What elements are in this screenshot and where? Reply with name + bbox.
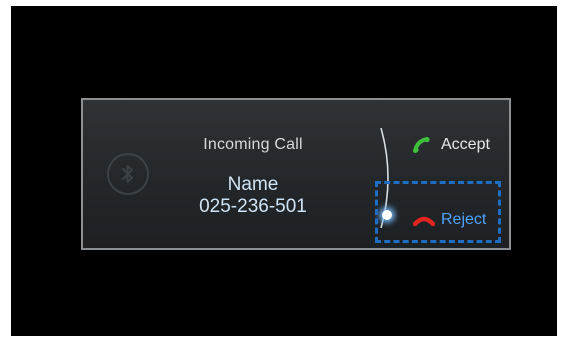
reject-highlight-box — [375, 181, 501, 243]
display-screen: Incoming Call Name 025-236-501 Accept Re… — [11, 6, 557, 336]
caller-name: Name — [227, 174, 279, 195]
incoming-call-title: Incoming Call — [203, 136, 303, 153]
caller-number: 025-236-501 — [199, 196, 307, 217]
accept-button[interactable]: Accept — [413, 134, 490, 156]
accept-label: Accept — [441, 136, 490, 153]
phone-accept-icon — [413, 137, 430, 153]
